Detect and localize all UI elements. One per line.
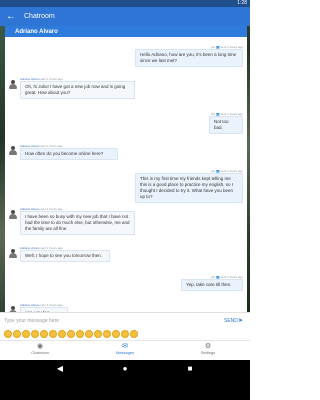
message-outgoing: por 👥 sent 1 hours ago Yep, take care ti…: [181, 275, 243, 291]
system-nav-bar: ◀ ● ■: [0, 360, 250, 400]
message-incoming: Adriano Alvaro sent 1 hours ago Oh, hi J…: [20, 77, 135, 99]
emoji-bar: [0, 328, 250, 340]
emoji-icon[interactable]: [31, 330, 39, 338]
message-outgoing: por 👥 sent 1 hours ago This is my first …: [135, 169, 243, 203]
recents-square-icon[interactable]: ■: [185, 364, 195, 374]
home-circle-icon[interactable]: ●: [120, 364, 130, 374]
nav-label: Settings: [200, 350, 216, 355]
message-outgoing: por 👥 sent 1 hours ago Not too bad.: [209, 112, 243, 134]
message-meta: sent 1 hours ago: [40, 207, 63, 211]
emoji-icon[interactable]: [130, 330, 138, 338]
message-incoming: Adriano Alvaro sent 1 hours ago Well, I …: [20, 246, 110, 262]
sender-name: Adriano Alvaro: [20, 77, 40, 81]
message-bubble: This is my first time my friends kept te…: [135, 173, 243, 203]
status-bar: 1:28: [0, 0, 250, 14]
message-meta: sent 1 hours ago: [40, 144, 63, 148]
app-bar: ← Chatroom: [0, 7, 250, 26]
nav-item-chatroom[interactable]: ◉ Chatroom: [10, 343, 70, 359]
nav-item-messages[interactable]: ✉ Messages: [95, 343, 155, 359]
emoji-icon[interactable]: [67, 330, 75, 338]
bottom-nav: ◉ Chatroom ✉ Messages ⚙ Settings: [0, 340, 250, 360]
emoji-icon[interactable]: [4, 330, 12, 338]
sender-name: Adriano Alvaro: [20, 207, 40, 211]
nav-label: Chatroom: [31, 350, 49, 355]
chat-window: Adriano Alvaro por 👥 sent 1 hours ago He…: [5, 26, 247, 332]
emoji-icon[interactable]: [40, 330, 48, 338]
compose-bar: SEND ➤: [0, 312, 250, 328]
message-outgoing: por 👥 sent 1 hours ago Hello Adriano, ho…: [135, 45, 243, 67]
message-meta: por 👥 sent 1 hours ago: [210, 112, 243, 116]
messages-icon: ✉: [122, 343, 128, 350]
emoji-icon[interactable]: [13, 330, 21, 338]
message-meta: sent 1 hours ago: [40, 77, 63, 81]
emoji-icon[interactable]: [76, 330, 84, 338]
avatar: [9, 210, 17, 219]
status-time: 1:28: [237, 0, 247, 6]
sender-name: Adriano Alvaro: [20, 144, 40, 148]
message-bubble: Oh, hi Julio! I have got a new job now a…: [20, 81, 135, 99]
message-meta: sent 1 hours ago: [40, 246, 63, 250]
back-arrow-icon[interactable]: ←: [6, 11, 16, 22]
emoji-icon[interactable]: [103, 330, 111, 338]
send-icon[interactable]: ➤: [238, 317, 244, 325]
chat-icon: ◉: [36, 343, 44, 350]
app-title: Chatroom: [24, 13, 55, 20]
nav-item-settings[interactable]: ⚙ Settings: [178, 343, 238, 359]
message-incoming: Adriano Alvaro sent 1 hours ago I have b…: [20, 207, 135, 235]
emoji-icon[interactable]: [58, 330, 66, 338]
message-bubble: I have been so busy with my new job that…: [20, 211, 135, 235]
status-icons: [218, 1, 230, 14]
back-triangle-icon[interactable]: ◀: [55, 364, 65, 374]
sender-name: Adriano Alvaro: [20, 303, 40, 307]
avatar: [9, 249, 17, 258]
emoji-icon[interactable]: [94, 330, 102, 338]
message-bubble: Not too bad.: [209, 116, 243, 134]
avatar: [9, 146, 17, 155]
message-bubble: How often do you become online here?: [20, 148, 118, 160]
message-meta: sent 1 hours ago: [40, 303, 63, 307]
sender-name: Adriano Alvaro: [20, 246, 40, 250]
avatar: [9, 80, 17, 89]
message-input[interactable]: [4, 317, 204, 325]
emoji-icon[interactable]: [121, 330, 129, 338]
message-bubble: Well, I hope to see you tomorrow then.: [20, 250, 110, 262]
chat-partner-name: Adriano Alvaro: [15, 29, 58, 35]
message-bubble: Yep, take care till then.: [181, 279, 243, 291]
emoji-icon[interactable]: [85, 330, 93, 338]
gear-icon: ⚙: [204, 343, 212, 350]
emoji-icon[interactable]: [49, 330, 57, 338]
emoji-icon[interactable]: [22, 330, 30, 338]
message-bubble: Hello Adriano, how are you, it's been a …: [135, 49, 243, 67]
chat-window-header: Adriano Alvaro: [5, 26, 247, 37]
send-button[interactable]: SEND: [224, 317, 238, 325]
nav-label: Messages: [115, 350, 135, 355]
message-incoming: Adriano Alvaro sent 1 hours ago How ofte…: [20, 144, 118, 160]
emoji-icon[interactable]: [112, 330, 120, 338]
